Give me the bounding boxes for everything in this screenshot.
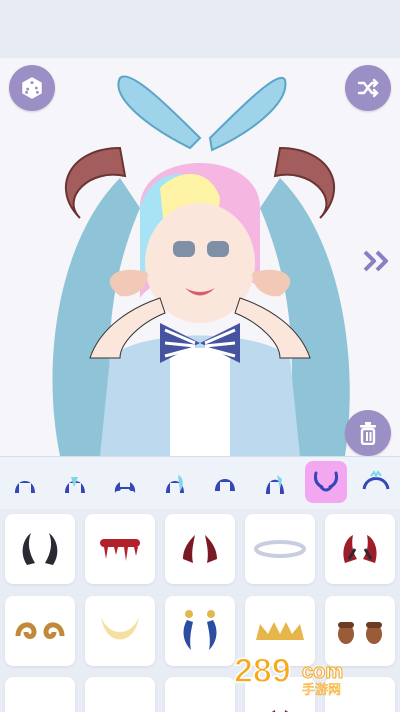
hair-front-1-icon (15, 481, 35, 493)
tab-horns[interactable] (305, 461, 347, 503)
pink-horns-icon (175, 692, 225, 712)
character-stage (0, 58, 400, 456)
next-page-button[interactable] (362, 248, 394, 278)
top-bar (0, 0, 400, 58)
tab-hair-long[interactable] (254, 461, 296, 503)
tab-hair-side[interactable] (154, 461, 196, 503)
double-chevron-right-icon (363, 250, 388, 272)
golden-crown-icon (256, 622, 304, 640)
randomize-dice-button[interactable] (9, 65, 55, 111)
dice-icon (22, 77, 42, 99)
tab-hair-front-2[interactable] (54, 461, 96, 503)
item-small-horns[interactable] (5, 677, 75, 712)
item-grid: 289 com 手游网 (0, 509, 400, 712)
item-red-curved-horns[interactable] (165, 514, 235, 584)
item-blue-moon-horns[interactable] (165, 596, 235, 666)
svg-text:手游网: 手游网 (302, 683, 341, 696)
category-tabs (0, 456, 400, 510)
item-pink-bow[interactable] (85, 677, 155, 712)
dark-red-horns-icon (343, 535, 377, 563)
svg-text:com: com (302, 661, 343, 683)
hair-side-icon (166, 475, 184, 493)
character-illustration (52, 75, 350, 456)
item-ram-horns[interactable] (5, 596, 75, 666)
ram-horns-icon (15, 622, 65, 639)
blue-moon-horns-icon (183, 610, 217, 650)
horns-icon (314, 471, 338, 492)
delete-button[interactable] (345, 410, 391, 456)
hair-bob-icon (215, 479, 235, 491)
pink-bow-icon (95, 692, 145, 712)
acorn-ears-icon (338, 622, 382, 644)
hair-front-2-icon (65, 477, 85, 493)
item-blood-drip-halo[interactable] (85, 514, 155, 584)
tab-hair-back-curly[interactable] (104, 461, 146, 503)
black-horns-icon (22, 533, 58, 565)
item-black-horns[interactable] (5, 514, 75, 584)
watermark-289-logo: 289 com 手游网 (233, 651, 343, 698)
item-silver-halo[interactable] (245, 514, 315, 584)
trash-icon (360, 422, 376, 445)
item-pink-horns[interactable] (165, 677, 235, 712)
hair-back-curly-icon (114, 481, 136, 493)
hair-long-icon (266, 475, 284, 494)
tab-hair-bob[interactable] (204, 461, 246, 503)
tab-headband[interactable] (355, 461, 397, 503)
shuffle-button[interactable] (345, 65, 391, 111)
blood-drip-halo-icon (100, 539, 140, 561)
item-crescent-moon[interactable] (85, 596, 155, 666)
crescent-moon-icon (101, 617, 139, 640)
watermark-logo: 289 com 手游网 (232, 648, 382, 700)
item-dark-red-horns[interactable] (325, 514, 395, 584)
tab-hair-front-1[interactable] (4, 461, 46, 503)
silver-halo-icon (254, 540, 306, 558)
red-curved-horns-icon (183, 535, 217, 563)
shuffle-icon (357, 78, 379, 98)
small-horns-icon (15, 692, 65, 712)
svg-text:289: 289 (234, 652, 291, 690)
headband-icon (362, 470, 390, 490)
